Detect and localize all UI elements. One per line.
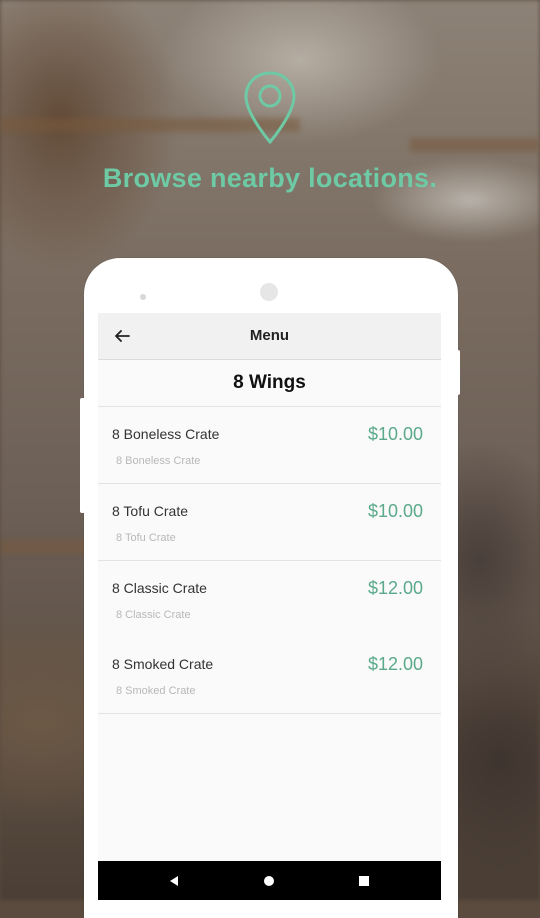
phone-side-button [80, 398, 85, 513]
system-navigation-bar [98, 861, 441, 900]
menu-item-name: 8 Tofu Crate [112, 503, 189, 519]
menu-item-price: $10.00 [367, 501, 423, 521]
phone-side-button [455, 350, 460, 395]
menu-item-name: 8 Classic Crate [112, 580, 207, 596]
menu-item-name: 8 Smoked Crate [112, 656, 214, 672]
background-shelf [0, 540, 90, 554]
menu-item-price: $12.00 [367, 654, 423, 674]
phone-screen: Menu 8 Wings 8 Boneless Crate 8 Boneless… [98, 313, 441, 900]
section-title: 8 Wings [233, 372, 306, 393]
phone-speaker [140, 294, 146, 300]
menu-item-description: 8 Tofu Crate [116, 532, 176, 544]
menu-item[interactable]: 8 Tofu Crate 8 Tofu Crate $10.00 [98, 484, 441, 561]
location-pin-icon [244, 71, 296, 145]
menu-item[interactable]: 8 Classic Crate 8 Classic Crate $12.00 [98, 561, 441, 638]
background-shelf [410, 138, 540, 152]
app-bar: Menu [98, 313, 441, 360]
circle-home-icon[interactable] [264, 876, 274, 886]
menu-item-description: 8 Classic Crate [116, 609, 191, 621]
triangle-back-icon[interactable] [170, 876, 178, 886]
menu-item-price: $10.00 [367, 424, 423, 444]
menu-item[interactable]: 8 Boneless Crate 8 Boneless Crate $10.00 [98, 407, 441, 484]
menu-item-description: 8 Smoked Crate [116, 685, 196, 697]
phone-camera [260, 283, 278, 301]
menu-item-price: $12.00 [367, 578, 423, 598]
square-recents-icon[interactable] [359, 876, 369, 886]
menu-item-name: 8 Boneless Crate [112, 426, 220, 442]
menu-item-description: 8 Boneless Crate [116, 455, 201, 467]
menu-item[interactable]: 8 Smoked Crate 8 Smoked Crate $12.00 [98, 637, 441, 714]
tagline: Browse nearby locations. [102, 163, 438, 193]
page-title: Menu [249, 327, 290, 344]
